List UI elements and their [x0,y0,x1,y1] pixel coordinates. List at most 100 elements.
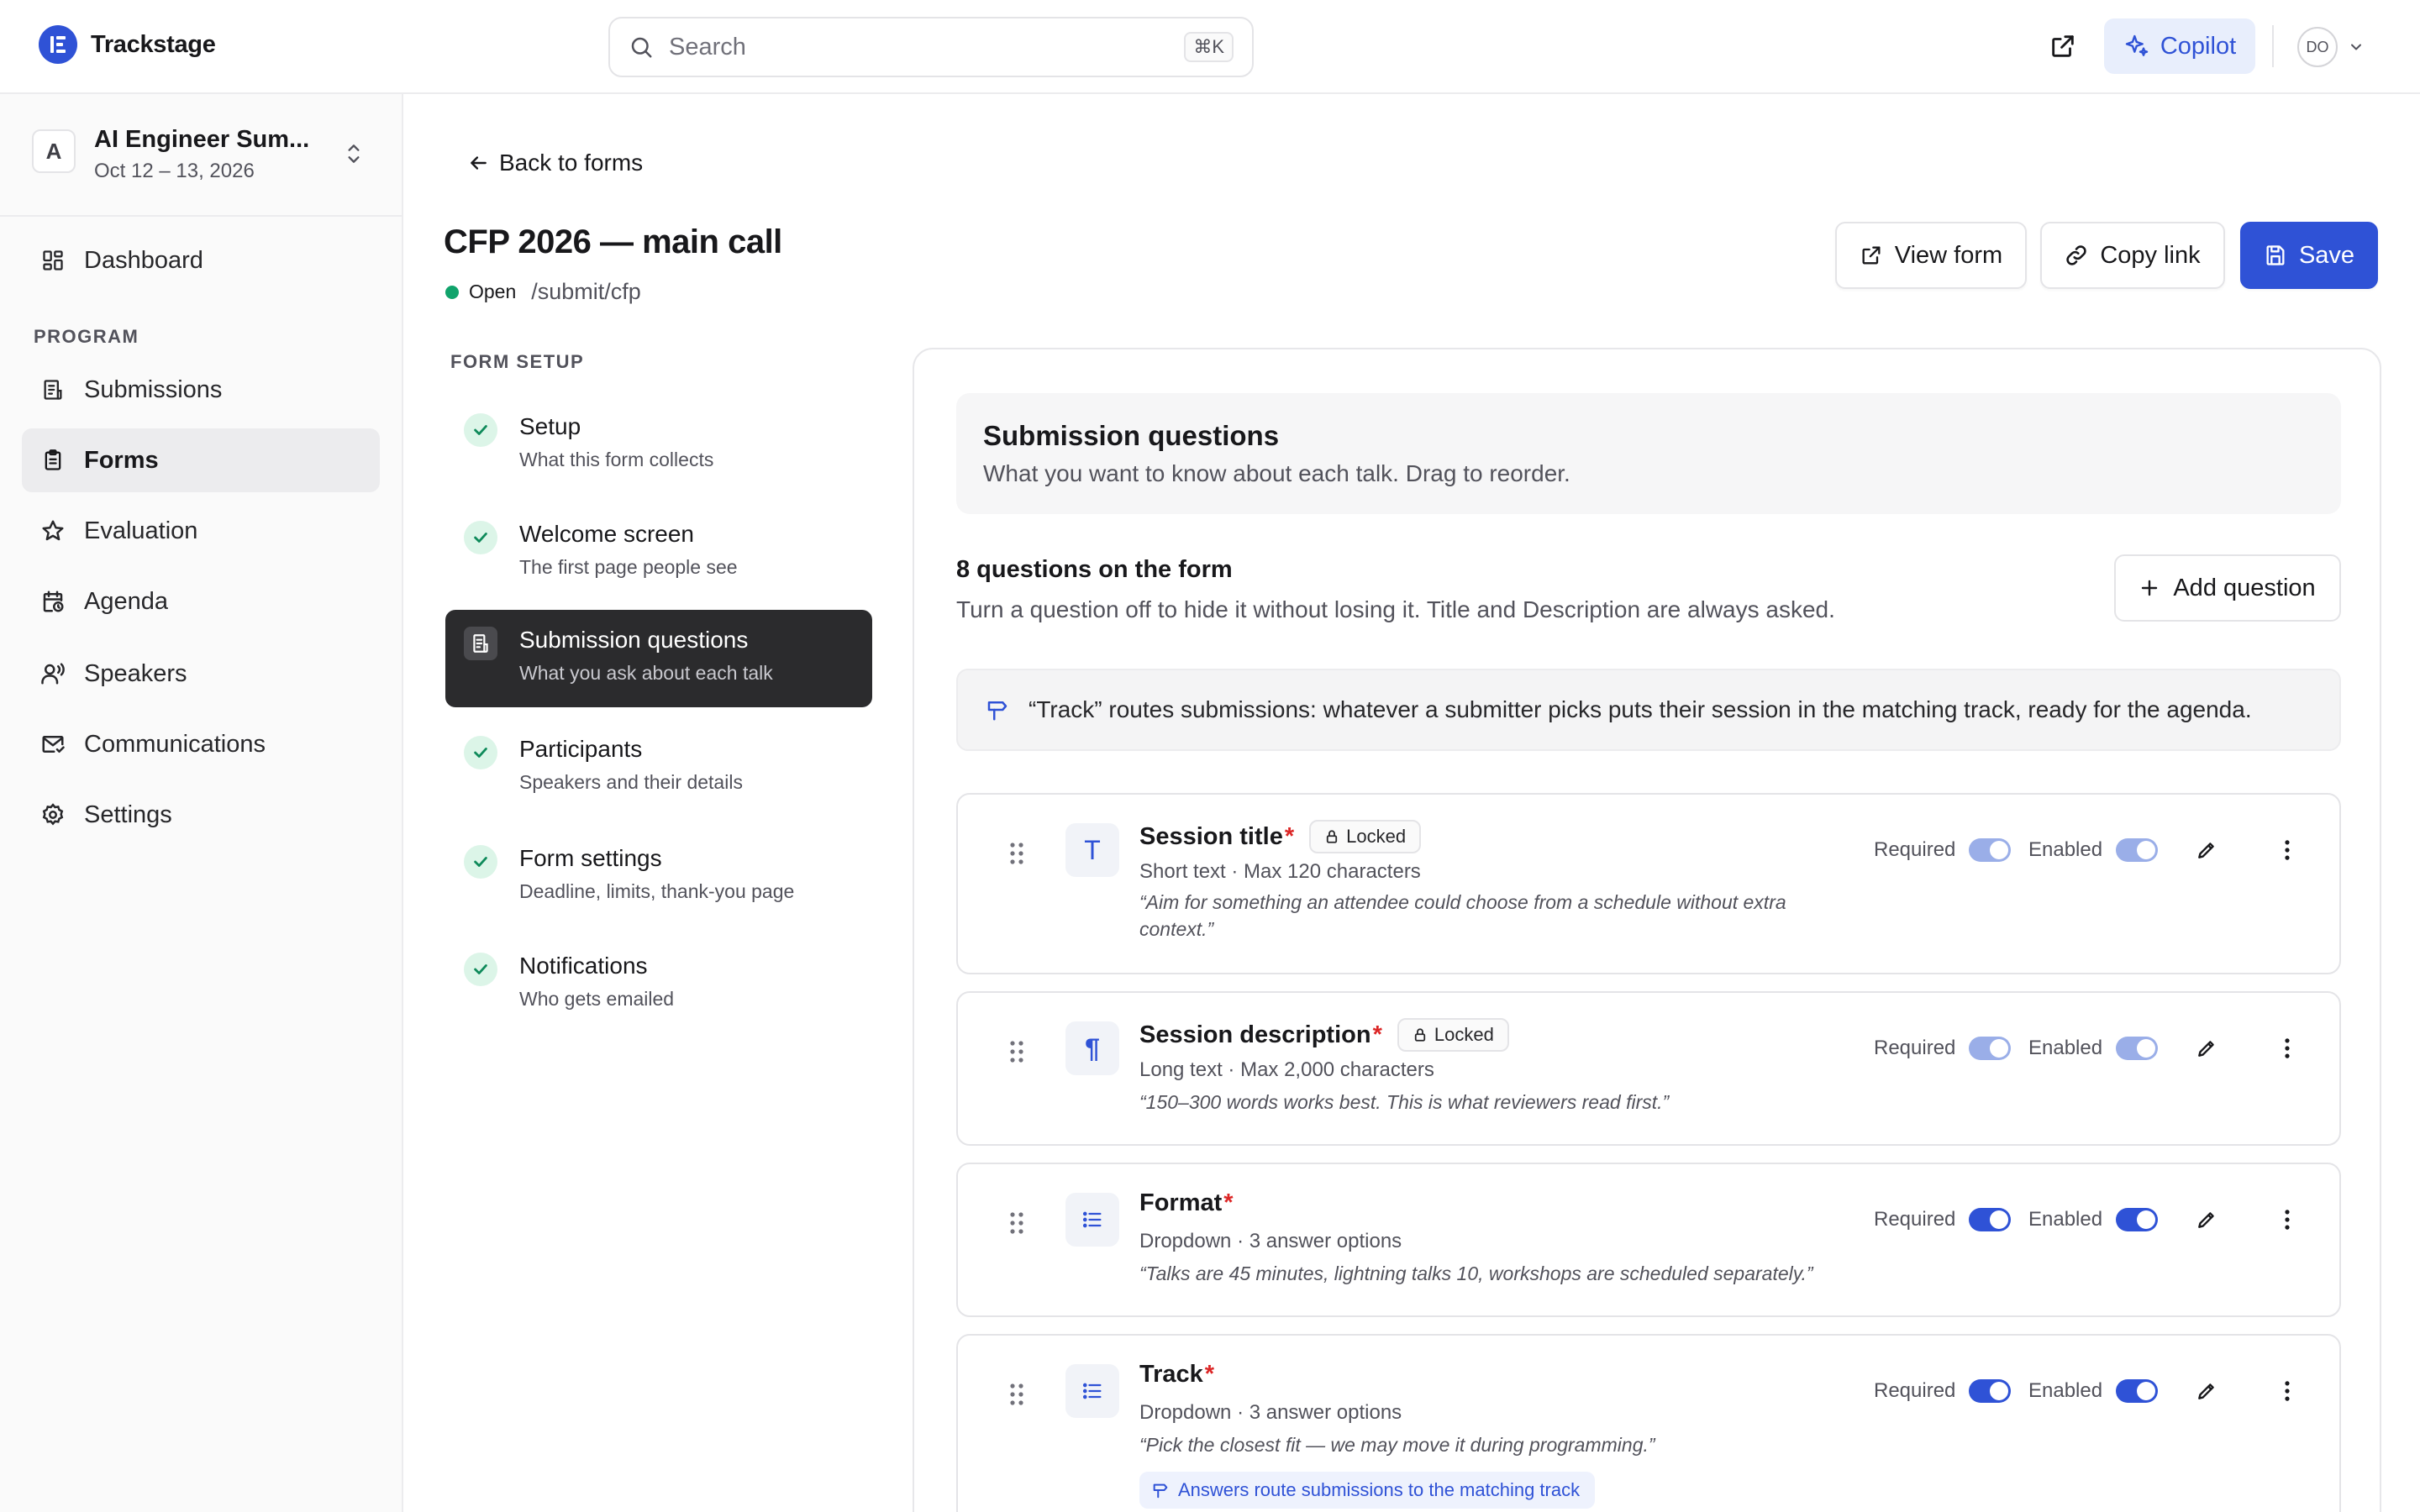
question-title: Session description * Locked [1139,1018,1509,1052]
enabled-toggle[interactable]: Enabled [2028,1379,2159,1403]
sidebar-item-label: Submissions [84,375,223,403]
enabled-label: Enabled [2028,1379,2103,1402]
routing-callout: “Track” routes submissions: whatever a s… [956,669,2341,751]
sidebar-item-label: Forms [84,446,159,474]
plus-icon [2139,578,2173,598]
panel-header: Submission questions What you want to kn… [956,393,2341,514]
sidebar-item-dashboard[interactable]: Dashboard [22,228,380,292]
drag-handle-icon[interactable] [1008,1211,1025,1235]
question-meta: Dropdown · 3 answer options [1139,1230,1402,1252]
page-title: CFP 2026 — main call [444,223,782,260]
step-subtitle: What this form collects [519,449,714,470]
toggle-switch[interactable] [1969,1037,2012,1060]
toggle-switch[interactable] [2116,838,2159,862]
step-subtitle: Deadline, limits, thank-you page [519,880,795,902]
step-notifications[interactable]: Notifications Who gets emailed [445,936,872,1033]
event-dates: Oct 12 – 13, 2026 [94,160,255,182]
question-title-text: Format [1139,1189,1223,1216]
add-question-button[interactable]: Add question [2114,554,2341,622]
user-avatar[interactable]: DO [2297,27,2338,67]
lock-icon [1413,1027,1434,1042]
more-vertical-icon[interactable] [2272,1205,2302,1235]
more-vertical-icon[interactable] [2272,1376,2302,1406]
save-label: Save [2298,241,2355,269]
toggle-switch[interactable] [1969,838,2012,862]
check-icon [464,413,497,447]
required-asterisk: * [1284,822,1295,850]
back-to-forms-link[interactable]: Back to forms [467,150,643,176]
question-help-text: “Talks are 45 minutes, lightning talks 1… [1139,1263,1813,1284]
question-card[interactable]: Format * Dropdown · 3 answer options “Tal… [956,1163,2341,1317]
toggle-switch[interactable] [2116,1037,2159,1060]
enabled-toggle[interactable]: Enabled [2028,1037,2159,1060]
sidebar-item-evaluation[interactable]: Evaluation [22,499,380,563]
toggle-switch[interactable] [2116,1379,2159,1403]
more-vertical-icon[interactable] [2272,1033,2302,1063]
toggle-switch[interactable] [2116,1208,2159,1231]
event-switcher[interactable]: A AI Engineer Sum... Oct 12 – 13, 2026 [0,94,402,217]
step-title: Participants [519,736,643,762]
sidebar-item-label: Dashboard [84,246,203,274]
question-card[interactable]: Track * Dropdown · 3 answer options “Pick… [956,1334,2341,1512]
sidebar-item-speakers[interactable]: Speakers [22,642,380,706]
sidebar-item-forms[interactable]: Forms [22,428,380,492]
drag-handle-icon[interactable] [1008,1040,1025,1063]
chevron-down-icon[interactable] [2348,39,2365,55]
enabled-toggle[interactable]: Enabled [2028,1208,2159,1231]
toggle-switch[interactable] [1969,1208,2012,1231]
required-toggle[interactable]: Required [1874,1379,2012,1403]
step-title: Form settings [519,845,662,871]
sidebar-item-settings[interactable]: Settings [22,783,380,847]
gear-icon [39,801,67,829]
required-label: Required [1874,838,1956,861]
required-label: Required [1874,1037,1956,1059]
question-help-text: “150–300 words works best. This is what … [1139,1091,1670,1113]
status-badge: Open [469,281,517,302]
submissions-icon [39,375,67,404]
open-external-icon[interactable] [2049,32,2079,62]
enabled-toggle[interactable]: Enabled [2028,838,2159,862]
view-form-label: View form [1894,241,2003,269]
sidebar-item-label: Speakers [84,659,187,687]
pencil-icon[interactable] [2191,835,2222,865]
question-card[interactable]: ¶ Session description * Locked Long text … [956,991,2341,1146]
question-title-text: Session title [1139,822,1283,850]
sidebar-item-label: Settings [84,801,172,828]
question-card[interactable]: T Session title * Locked Short text · Max… [956,793,2341,974]
questions-panel: Submission questions What you want to kn… [913,348,2381,1512]
copy-link-button[interactable]: Copy link [2040,222,2225,289]
check-icon [464,953,497,986]
pencil-icon[interactable] [2191,1376,2222,1406]
status-dot [445,285,459,299]
more-vertical-icon[interactable] [2272,835,2302,865]
sidebar-item-communications[interactable]: Communications [22,712,380,776]
drag-handle-icon[interactable] [1008,1383,1025,1406]
back-label: Back to forms [499,150,644,176]
step-form-settings[interactable]: Form settings Deadline, limits, thank-yo… [445,828,872,926]
required-toggle[interactable]: Required [1874,1037,2012,1060]
step-subtitle: Who gets emailed [519,988,675,1010]
save-button[interactable]: Save [2240,222,2378,289]
pencil-icon[interactable] [2191,1033,2222,1063]
brand[interactable]: Trackstage [39,25,216,64]
dashboard-icon [39,246,67,275]
drag-handle-icon[interactable] [1008,842,1025,865]
sidebar-item-agenda[interactable]: Agenda [22,570,380,633]
step-setup[interactable]: Setup What this form collects [445,396,872,494]
sidebar-item-submissions[interactable]: Submissions [22,358,380,422]
calendar-icon [39,587,67,616]
panel-title: Submission questions [983,420,1280,451]
required-toggle[interactable]: Required [1874,1208,2012,1231]
view-form-button[interactable]: View form [1835,222,2027,289]
step-title: Notifications [519,953,648,979]
copilot-button[interactable]: Copilot [2104,18,2255,74]
required-toggle[interactable]: Required [1874,838,2012,862]
step-welcome-screen[interactable]: Welcome screen The first page people see [445,504,872,601]
toggle-switch[interactable] [1969,1379,2012,1403]
step-submission-questions[interactable]: Submission questions What you ask about … [445,610,872,707]
mail-icon [39,730,67,759]
pencil-icon[interactable] [2191,1205,2222,1235]
search-input[interactable]: Search ⌘K [608,17,1254,77]
search-placeholder: Search [669,33,746,60]
step-participants[interactable]: Participants Speakers and their details [445,719,872,816]
